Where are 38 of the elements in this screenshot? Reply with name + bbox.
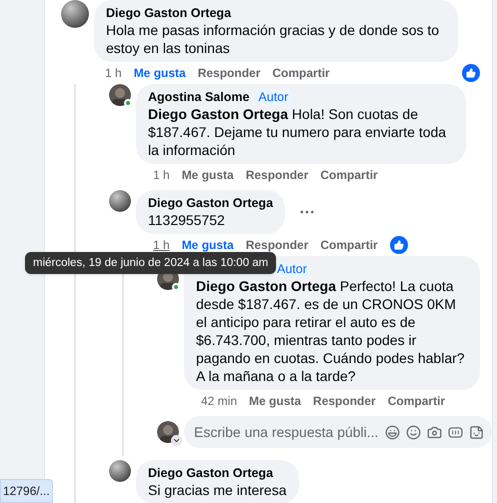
sticker-icon[interactable] xyxy=(469,424,484,440)
camera-icon[interactable] xyxy=(427,424,442,440)
like-link[interactable]: Me gusta xyxy=(182,236,234,254)
reply-box[interactable]: Escribe una respuesta públi... xyxy=(184,416,492,448)
author-badge: Autor xyxy=(274,261,310,277)
comment-text: Diego Gaston Ortega Hola! Son cuotas de $187.467. Dejame tu numero para enviarte toda la información xyxy=(148,105,448,159)
author-name[interactable]: Agostina Salome xyxy=(148,89,250,105)
comment-text: Si gracias me interesa xyxy=(148,481,287,499)
comment-text: 1132955752 xyxy=(148,211,226,229)
like-link[interactable]: Me gusta xyxy=(249,392,302,410)
share-link[interactable]: Compartir xyxy=(320,236,378,254)
author-badge: Autor xyxy=(255,89,292,105)
reply-link[interactable]: Responder xyxy=(313,392,376,410)
more-icon[interactable] xyxy=(300,210,314,214)
comment-text: Diego Gaston Ortega Perfecto! La cuota desde $187.467. es de un CRONOS 0KM el anticipo para retirar el auto es de $6.743.700, mientras tanto podes ir pagando en cuotas. Cuándo podes hablar? A la mañana o a la tarde? xyxy=(196,277,466,385)
date-tooltip: miércoles, 19 de junio de 2024 a las 10:00 am xyxy=(25,252,276,274)
share-link[interactable]: Compartir xyxy=(272,64,330,82)
share-link[interactable]: Compartir xyxy=(388,392,446,410)
chevron-icon[interactable] xyxy=(171,435,182,446)
share-link[interactable]: Compartir xyxy=(320,166,378,184)
status-url: 12796/... xyxy=(0,479,53,503)
comment-time[interactable]: 1 h xyxy=(153,238,170,252)
reply-link[interactable]: Responder xyxy=(246,166,308,184)
author-name[interactable]: Diego Gaston Ortega xyxy=(148,465,274,481)
author-name[interactable]: Diego Gaston Ortega xyxy=(106,5,232,21)
author-name[interactable]: Diego Gaston Ortega xyxy=(148,195,274,211)
emoji-icon[interactable] xyxy=(406,424,421,440)
reply-link[interactable]: Responder xyxy=(246,236,308,254)
reply-link[interactable]: Responder xyxy=(198,64,260,82)
comment-time[interactable]: 42 min xyxy=(201,394,238,408)
gif-icon[interactable] xyxy=(448,426,463,438)
comment-time[interactable]: 1 h xyxy=(105,66,122,80)
comment-time[interactable]: 1 h xyxy=(153,168,170,182)
avatar-sticker-icon[interactable] xyxy=(385,424,400,440)
like-link[interactable]: Me gusta xyxy=(134,64,186,82)
comment-text: Hola me pasas información gracias y de donde sos to estoy en las toninas xyxy=(106,21,440,57)
reply-field[interactable]: Escribe una respuesta públi... xyxy=(194,422,385,442)
like-link[interactable]: Me gusta xyxy=(182,166,234,184)
